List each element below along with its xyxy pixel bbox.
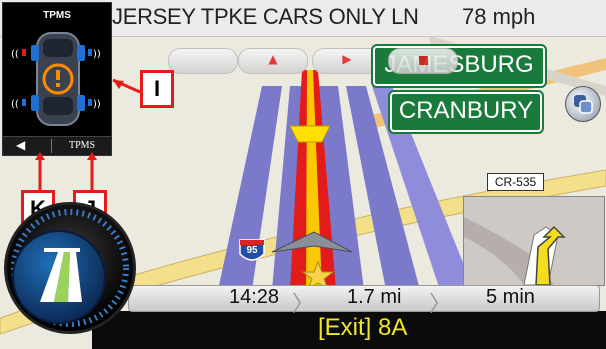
chevron-right-icon: 〉: [292, 292, 315, 317]
navigation-screen: 95 JERSEY TPKE CARS ONLY LN 78 mph ▲ ▶ J…: [0, 0, 606, 349]
distance-remaining: 1.7 mi: [347, 286, 402, 308]
chevron-right-icon: 〉: [429, 292, 452, 317]
trip-info-bar[interactable]: 14:28 〉 1.7 mi 〉 5 min: [128, 285, 600, 317]
route-lens: [12, 230, 106, 324]
road-perspective-icon: [40, 248, 82, 302]
callout-i: I: [140, 70, 174, 108]
exit-instruction: [Exit] 8A: [318, 314, 408, 341]
time-remaining: 5 min: [486, 286, 535, 308]
stop-button[interactable]: [388, 48, 458, 74]
arrival-time: 14:28: [229, 286, 280, 308]
stop-icon: [419, 56, 428, 65]
